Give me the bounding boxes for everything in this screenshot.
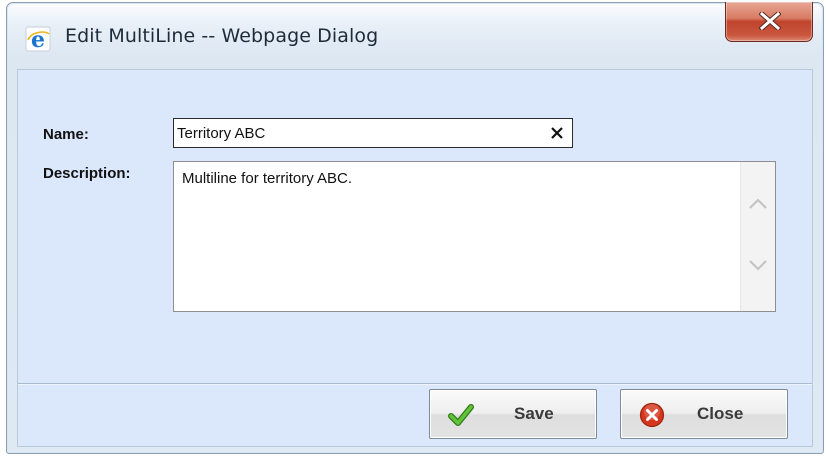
description-textarea[interactable]: Multiline for territory ABC. bbox=[182, 170, 732, 305]
name-field[interactable] bbox=[173, 118, 573, 148]
scroll-down-arrow-icon[interactable] bbox=[749, 260, 767, 272]
close-button[interactable]: Close bbox=[620, 389, 788, 439]
svg-text:e: e bbox=[31, 27, 45, 52]
footer-divider-highlight bbox=[18, 384, 812, 385]
checkmark-icon bbox=[448, 404, 474, 426]
clear-icon[interactable] bbox=[550, 126, 564, 140]
dialog-body: Name: Description: Multiline for territo… bbox=[17, 69, 813, 447]
cancel-circle-icon bbox=[639, 402, 665, 428]
close-button-label: Close bbox=[697, 404, 744, 423]
description-scrollbar[interactable] bbox=[740, 162, 775, 311]
description-field[interactable]: Multiline for territory ABC. bbox=[173, 161, 776, 312]
close-icon bbox=[759, 12, 781, 30]
dialog-window: e Edit MultiLine -- Webpage Dialog Name:… bbox=[6, 2, 824, 454]
save-button-label: Save bbox=[514, 404, 554, 423]
name-input[interactable] bbox=[177, 122, 537, 144]
internet-explorer-icon: e bbox=[25, 26, 51, 52]
title-bar[interactable]: e Edit MultiLine -- Webpage Dialog bbox=[7, 2, 823, 69]
scroll-up-arrow-icon[interactable] bbox=[749, 197, 767, 209]
window-title: Edit MultiLine -- Webpage Dialog bbox=[65, 25, 379, 47]
window-close-button[interactable] bbox=[725, 2, 813, 42]
save-button[interactable]: Save bbox=[429, 389, 597, 439]
name-label: Name: bbox=[43, 126, 89, 143]
description-label: Description: bbox=[43, 165, 131, 182]
